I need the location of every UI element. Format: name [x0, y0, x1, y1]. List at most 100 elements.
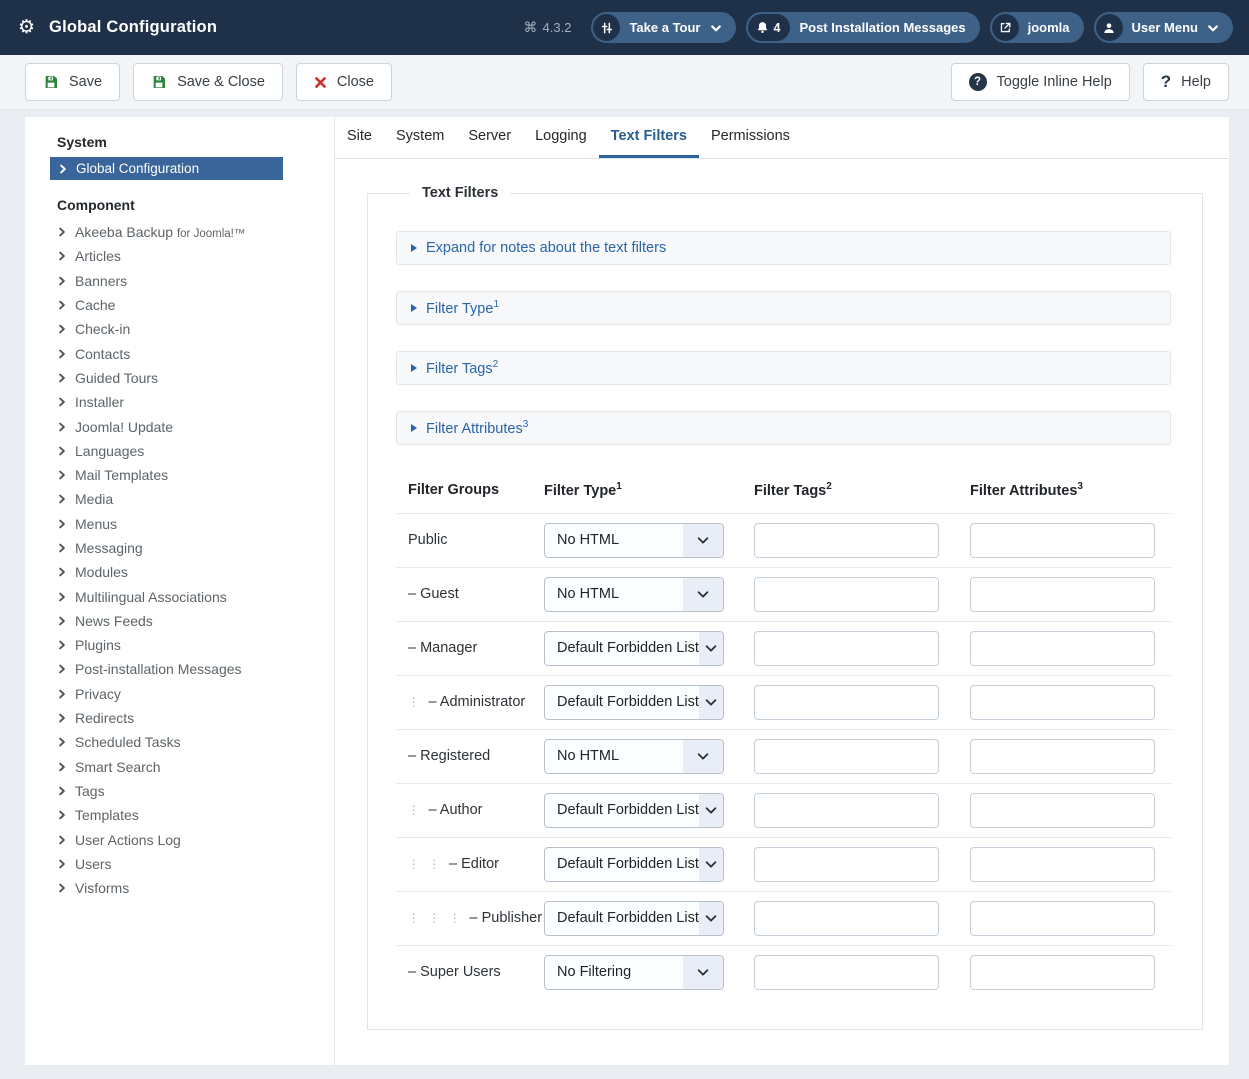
question-circle-icon: ? [969, 73, 987, 91]
filter-type-select[interactable]: Default Forbidden List [544, 631, 724, 666]
collapsible-panel[interactable]: Filter Type1 [396, 291, 1171, 325]
tab-site[interactable]: Site [335, 117, 384, 158]
toggle-inline-help-button[interactable]: ? Toggle Inline Help [951, 63, 1130, 101]
chevron-right-icon [57, 859, 67, 869]
indent-dots-icon: ⋮ [429, 857, 441, 871]
sidebar-item[interactable]: Users [25, 852, 334, 876]
sidebar-item[interactable]: Articles [25, 244, 334, 268]
chevron-down-icon [683, 740, 723, 773]
filter-attributes-input[interactable] [970, 901, 1155, 936]
sidebar-item-label: Post-installation Messages [75, 661, 242, 677]
tab-text-filters[interactable]: Text Filters [599, 117, 699, 158]
sidebar-item[interactable]: Templates [25, 803, 334, 827]
sidebar-item[interactable]: Modules [25, 560, 334, 584]
sidebar-item[interactable]: Languages [25, 439, 334, 463]
save-button[interactable]: Save [25, 63, 120, 101]
sidebar-item[interactable]: Scheduled Tasks [25, 730, 334, 754]
filter-tags-input[interactable] [754, 739, 939, 774]
filter-attributes-input[interactable] [970, 685, 1155, 720]
sidebar-item[interactable]: Privacy [25, 682, 334, 706]
filter-tags-input[interactable] [754, 685, 939, 720]
sidebar-item[interactable]: Messaging [25, 536, 334, 560]
sidebar-item-global-configuration[interactable]: Global Configuration [50, 157, 283, 180]
filter-tags-input[interactable] [754, 955, 939, 990]
filter-tags-input[interactable] [754, 847, 939, 882]
chevron-right-icon [57, 349, 67, 359]
sidebar-item[interactable]: News Feeds [25, 609, 334, 633]
sidebar-item[interactable]: Installer [25, 390, 334, 414]
sidebar-item[interactable]: Multilingual Associations [25, 584, 334, 608]
tab-server[interactable]: Server [456, 117, 523, 158]
sidebar-item-label: User Actions Log [75, 832, 181, 848]
filter-tags-input[interactable] [754, 631, 939, 666]
main-card: System Global Configuration Component Ak… [25, 117, 1229, 1065]
sidebar-item[interactable]: Mail Templates [25, 463, 334, 487]
tab-logging[interactable]: Logging [523, 117, 599, 158]
collapsible-panel[interactable]: Filter Attributes3 [396, 411, 1171, 445]
sidebar-item[interactable]: User Actions Log [25, 827, 334, 851]
filter-attributes-input[interactable] [970, 847, 1155, 882]
filter-table-row: ⋮⋮⋮– Publisher Default Forbidden List [396, 891, 1171, 945]
chevron-down-icon [683, 578, 723, 611]
fieldset-legend: Text Filters [410, 185, 510, 201]
sidebar-item[interactable]: Guided Tours [25, 366, 334, 390]
sidebar-item[interactable]: Smart Search [25, 755, 334, 779]
sidebar-item-label: News Feeds [75, 613, 153, 629]
sidebar-item[interactable]: Check-in [25, 317, 334, 341]
sidebar-item[interactable]: Joomla! Update [25, 414, 334, 438]
sidebar-item[interactable]: Akeeba Backup for Joomla!™ [25, 220, 334, 244]
sidebar-item[interactable]: Tags [25, 779, 334, 803]
filter-attributes-input[interactable] [970, 793, 1155, 828]
sidebar-item[interactable]: Contacts [25, 341, 334, 365]
filter-type-select[interactable]: No HTML [544, 739, 724, 774]
collapsible-panel[interactable]: Expand for notes about the text filters [396, 231, 1171, 265]
sidebar-item[interactable]: Redirects [25, 706, 334, 730]
filter-type-select[interactable]: No Filtering [544, 955, 724, 990]
sidebar-item[interactable]: Media [25, 487, 334, 511]
expand-arrow-icon [411, 424, 417, 432]
filter-type-select[interactable]: Default Forbidden List [544, 685, 724, 720]
help-button[interactable]: ? Help [1143, 63, 1229, 101]
filter-attributes-input[interactable] [970, 631, 1155, 666]
save-and-close-button[interactable]: Save & Close [133, 63, 283, 101]
chevron-right-icon [57, 810, 67, 820]
sidebar-item[interactable]: Post-installation Messages [25, 657, 334, 681]
sidebar-item[interactable]: Banners [25, 269, 334, 293]
filter-attributes-input[interactable] [970, 523, 1155, 558]
filter-tags-input[interactable] [754, 523, 939, 558]
filter-type-select[interactable]: Default Forbidden List [544, 793, 724, 828]
sidebar-item[interactable]: Cache [25, 293, 334, 317]
filter-attributes-input[interactable] [970, 739, 1155, 774]
collapsible-panel[interactable]: Filter Tags2 [396, 351, 1171, 385]
sidebar-item[interactable]: Visforms [25, 876, 334, 900]
close-button[interactable]: Close [296, 63, 392, 101]
filter-table-row: – Super Users No Filtering [396, 945, 1171, 999]
page-title: Global Configuration [49, 18, 217, 37]
chevron-down-icon [699, 686, 723, 719]
filter-attributes-input[interactable] [970, 955, 1155, 990]
sidebar-item-label: Installer [75, 394, 124, 410]
filter-attributes-input[interactable] [970, 577, 1155, 612]
content-area: Site System Server Logging Text Filters … [335, 117, 1229, 1065]
filter-tags-input[interactable] [754, 577, 939, 612]
post-installation-messages-button[interactable]: 4 Post Installation Messages [746, 12, 980, 43]
sidebar-item[interactable]: Plugins [25, 633, 334, 657]
filter-tags-input[interactable] [754, 901, 939, 936]
tab-permissions[interactable]: Permissions [699, 117, 802, 158]
filter-type-select[interactable]: Default Forbidden List [544, 847, 724, 882]
filter-type-select[interactable]: No HTML [544, 577, 724, 612]
filter-type-select[interactable]: No HTML [544, 523, 724, 558]
sidebar-item-label: Redirects [75, 710, 134, 726]
sidebar-item[interactable]: Menus [25, 512, 334, 536]
gear-icon: ⚙ [18, 18, 35, 37]
site-preview-button[interactable]: joomla [990, 12, 1084, 43]
chevron-down-icon [1207, 22, 1219, 34]
user-menu-button[interactable]: User Menu [1094, 12, 1233, 43]
tab-system[interactable]: System [384, 117, 456, 158]
filter-type-select[interactable]: Default Forbidden List [544, 901, 724, 936]
take-a-tour-button[interactable]: Take a Tour [591, 12, 735, 43]
filter-tags-input[interactable] [754, 793, 939, 828]
app-header: ⚙ Global Configuration ⌘ 4.3.2 Take a To… [0, 0, 1249, 55]
chevron-right-icon [57, 519, 67, 529]
filter-group-label: – Manager [396, 640, 544, 656]
